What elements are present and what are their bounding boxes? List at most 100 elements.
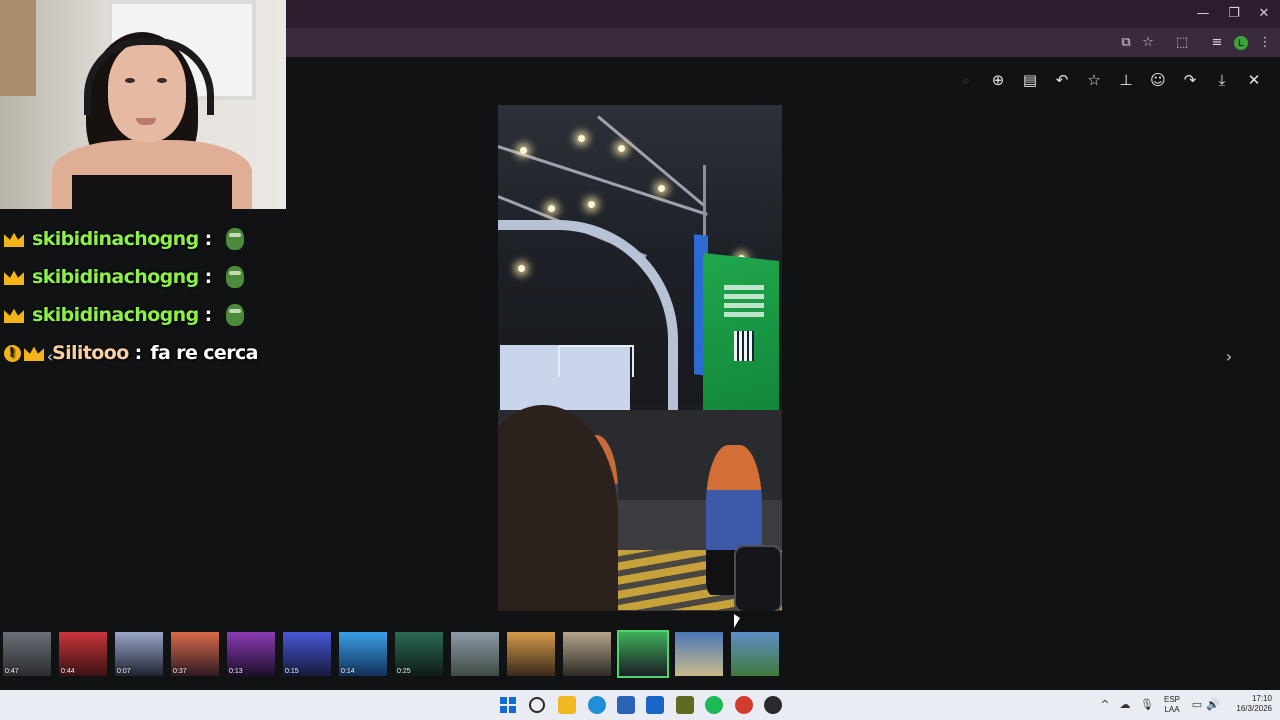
thumbnail-duration: 0:07: [117, 668, 131, 675]
extensions-icon[interactable]: ⬚: [1173, 34, 1191, 52]
windows-logo-tile: [500, 706, 507, 713]
windows-logo-tile: [509, 697, 516, 704]
network-icon[interactable]: ▭: [1190, 698, 1204, 712]
pepe-emote: [226, 304, 245, 326]
stage-light: [618, 145, 625, 152]
chat-message: skibidinachogng:: [4, 258, 286, 296]
thumbnail[interactable]: [563, 632, 611, 676]
thumbnail[interactable]: 0:47: [3, 632, 51, 676]
chat-separator: :: [204, 266, 213, 288]
game-app-icon[interactable]: [676, 696, 694, 714]
chat-overlay: skibidinachogng: skibidinachogng: skibidin…: [4, 220, 286, 372]
input-language-region: LAA: [1164, 705, 1180, 714]
photo-phone-in-hand: [734, 545, 782, 611]
input-language-code: ESP: [1163, 695, 1180, 704]
thumbnail-strip: 0:47 0:44 0:07 0:37 0:13 0:15 0:14 0:25: [0, 630, 1280, 680]
photo-stage-railing: [558, 345, 634, 377]
media-controls-icon[interactable]: ≡: [1208, 34, 1226, 52]
chat-separator: :: [204, 304, 213, 326]
webcam-streamer-top: [72, 175, 232, 209]
caption-icon[interactable]: ▤: [1019, 69, 1041, 91]
thumbnail[interactable]: 0:14: [339, 632, 387, 676]
chat-message: ! Silitooo: fa re cerca: [4, 334, 286, 372]
next-media-button[interactable]: ›: [1217, 345, 1241, 369]
crown-badge-icon: [4, 232, 24, 247]
close-window-button[interactable]: ✕: [1249, 4, 1279, 24]
close-icon[interactable]: ✕: [1243, 69, 1265, 91]
chat-username: skibidinachogng: [32, 228, 199, 250]
download-icon[interactable]: ⤓: [1211, 69, 1233, 91]
chrome-icon[interactable]: [735, 696, 753, 714]
forward-icon[interactable]: ↷: [1179, 69, 1201, 91]
restore-button[interactable]: ❐: [1219, 4, 1249, 24]
edge-icon[interactable]: [588, 696, 606, 714]
thumbnail[interactable]: [507, 632, 555, 676]
thumbnail-selected[interactable]: [617, 630, 669, 678]
pepe-emote: [226, 228, 245, 250]
thumbnail[interactable]: 0:07: [115, 632, 163, 676]
thumbnail-duration: 0:13: [229, 668, 243, 675]
cast-icon[interactable]: ⧉: [1117, 34, 1135, 52]
minimize-button[interactable]: —: [1188, 4, 1218, 24]
spotify-icon[interactable]: [705, 696, 723, 714]
thumbnail-duration: 0:14: [341, 668, 355, 675]
thumbnail[interactable]: [731, 632, 779, 676]
emoji-icon[interactable]: ☺: [1147, 69, 1169, 91]
thumbnail-duration: 0:44: [61, 668, 75, 675]
webcam-overlay: [0, 0, 286, 209]
mouse-cursor: [734, 614, 740, 628]
thumbnail-duration: 0:25: [397, 668, 411, 675]
pepe-emote: [226, 266, 245, 288]
zoom-out-icon: ⌕: [961, 71, 971, 89]
pin-icon[interactable]: ⊥: [1115, 69, 1137, 91]
windows-logo-tile: [509, 706, 516, 713]
thumbnail[interactable]: 0:44: [59, 632, 107, 676]
onedrive-icon[interactable]: ☁: [1118, 698, 1132, 712]
clock-time: 17:10: [1251, 694, 1272, 703]
crown-badge-icon: [4, 270, 24, 285]
stage-light: [520, 147, 527, 154]
thumbnail[interactable]: [675, 632, 723, 676]
obs-icon[interactable]: [764, 696, 782, 714]
stage-light: [588, 201, 595, 208]
search-icon[interactable]: [529, 697, 545, 713]
thumbnail[interactable]: 0:25: [395, 632, 443, 676]
file-explorer-icon[interactable]: [558, 696, 576, 714]
chat-message: skibidinachogng:: [4, 296, 286, 334]
bookmark-star-icon[interactable]: ☆: [1139, 34, 1157, 52]
outlook-icon[interactable]: [646, 696, 664, 714]
thumbnail-duration: 0:37: [173, 668, 187, 675]
photo-screen-text: [724, 283, 764, 317]
thumbnail[interactable]: 0:37: [171, 632, 219, 676]
tray-overflow-chevron[interactable]: ^: [1098, 698, 1112, 712]
profile-avatar[interactable]: L: [1234, 36, 1248, 50]
thumbnail[interactable]: 0:13: [227, 632, 275, 676]
crown-badge-icon: [4, 308, 24, 323]
thumbnail-duration: 0:47: [5, 668, 19, 675]
chat-separator: :: [134, 342, 143, 364]
clock-date: 16/3/2026: [1236, 704, 1272, 713]
volume-icon[interactable]: 🔊: [1206, 698, 1220, 712]
stage-light: [578, 135, 585, 142]
taskbar: ^ ☁ 🎙 ESP LAA ▭ 🔊 17:10 16/3/2026: [0, 690, 1280, 720]
input-language[interactable]: ESP LAA: [1160, 695, 1184, 715]
stage-light: [548, 205, 555, 212]
start-button[interactable]: [500, 697, 516, 713]
windows-logo-tile: [500, 697, 507, 704]
calculator-icon[interactable]: [617, 696, 635, 714]
chat-username: skibidinachogng: [32, 266, 199, 288]
thumbnail-duration: 0:15: [285, 668, 299, 675]
zoom-in-icon[interactable]: ⊕: [987, 69, 1009, 91]
reply-icon[interactable]: ↶: [1051, 69, 1073, 91]
stage-light: [658, 185, 665, 192]
chat-message-text: fa re cerca: [150, 342, 258, 364]
browser-menu-icon[interactable]: ⋮: [1256, 34, 1274, 52]
media-photo: [498, 105, 782, 611]
photo-qr-code: [734, 331, 754, 361]
clock[interactable]: 17:10 16/3/2026: [1224, 694, 1272, 714]
thumbnail[interactable]: [451, 632, 499, 676]
thumbnail[interactable]: 0:15: [283, 632, 331, 676]
star-icon[interactable]: ☆: [1083, 69, 1105, 91]
microphone-icon[interactable]: 🎙: [1140, 698, 1154, 712]
webcam-corkboard: [0, 0, 36, 96]
